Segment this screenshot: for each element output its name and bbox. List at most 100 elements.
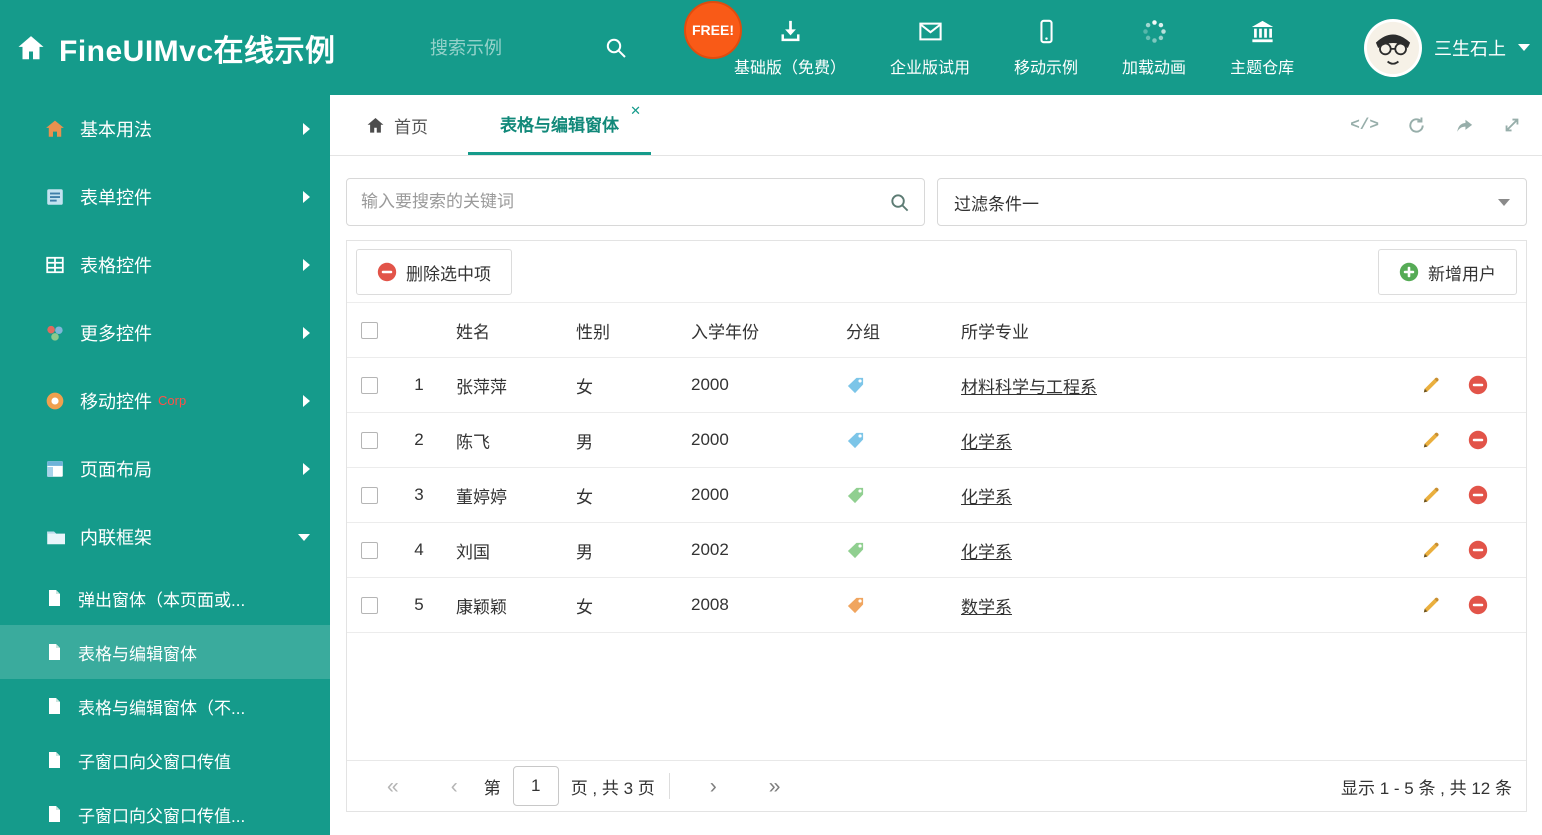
refresh-icon[interactable] bbox=[1406, 115, 1427, 136]
major-link[interactable]: 化学系 bbox=[961, 488, 1012, 507]
last-page-icon[interactable]: » bbox=[743, 776, 807, 797]
tab-home-label: 首页 bbox=[394, 117, 428, 137]
sidebar-item-mobile-controls[interactable]: 移动控件 Corp bbox=[0, 367, 330, 435]
sidebar-subitem-child-to-parent-2[interactable]: 子窗口向父窗口传值... bbox=[0, 787, 330, 835]
row-checkbox[interactable] bbox=[361, 596, 378, 614]
user-menu[interactable]: 三生石上 bbox=[1364, 0, 1530, 95]
chevron-right-icon bbox=[303, 259, 310, 271]
nav-label: 移动示例 bbox=[1014, 59, 1079, 77]
cell-name: 刘国 bbox=[456, 542, 490, 562]
keyword-search-input[interactable] bbox=[361, 192, 889, 212]
delete-row-icon[interactable] bbox=[1468, 540, 1488, 560]
signal-icon bbox=[45, 391, 65, 411]
chevron-down-icon bbox=[298, 533, 310, 541]
prev-page-icon[interactable]: ‹ bbox=[425, 776, 484, 797]
add-user-button[interactable]: 新增用户 bbox=[1378, 249, 1517, 295]
home-icon bbox=[366, 116, 385, 135]
spinner-icon bbox=[1141, 18, 1168, 45]
row-number: 4 bbox=[414, 540, 424, 559]
cell-gender: 女 bbox=[576, 487, 593, 507]
tab-home[interactable]: 首页 bbox=[350, 95, 444, 155]
sidebar: 基本用法 表单控件 表格控件 更多控件 移动控件 Corp 页面布局 内联框架 … bbox=[0, 95, 330, 835]
home-icon bbox=[16, 33, 46, 63]
corp-badge: Corp bbox=[158, 392, 187, 408]
tag-icon bbox=[846, 376, 865, 395]
plus-circle-icon bbox=[1399, 262, 1419, 282]
sidebar-subitem-grid-edit-window[interactable]: 表格与编辑窗体 bbox=[0, 625, 330, 679]
nav-label: 主题仓库 bbox=[1230, 59, 1295, 77]
tab-grid-edit-window[interactable]: 表格与编辑窗体 ✕ bbox=[468, 95, 651, 155]
major-link[interactable]: 化学系 bbox=[961, 543, 1012, 562]
sidebar-item-grid-controls[interactable]: 表格控件 bbox=[0, 231, 330, 299]
major-link[interactable]: 数学系 bbox=[961, 598, 1012, 617]
file-icon bbox=[45, 643, 63, 661]
first-page-icon[interactable]: « bbox=[361, 776, 425, 797]
delete-row-icon[interactable] bbox=[1468, 375, 1488, 395]
edit-pencil-icon[interactable] bbox=[1421, 596, 1440, 615]
grid-panel: 删除选中项 新增用户 姓名 性别 入学年份 分组 所学专业 1 张萍萍 女 20… bbox=[346, 240, 1527, 812]
edit-pencil-icon[interactable] bbox=[1421, 376, 1440, 395]
nav-label: 加载动画 bbox=[1122, 59, 1187, 77]
filter-dropdown[interactable]: 过滤条件一 bbox=[937, 178, 1527, 226]
next-page-icon[interactable]: › bbox=[684, 776, 743, 797]
delete-row-icon[interactable] bbox=[1468, 430, 1488, 450]
filter-dropdown-value: 过滤条件一 bbox=[954, 194, 1039, 214]
top-header: FineUIMvc在线示例 FREE! 基础版（免费） 企业版试用 移动示例 bbox=[0, 0, 1542, 95]
select-all-checkbox[interactable] bbox=[361, 321, 378, 339]
delete-row-icon[interactable] bbox=[1468, 595, 1488, 615]
major-link[interactable]: 材料科学与工程系 bbox=[961, 378, 1097, 397]
nav-label: 企业版试用 bbox=[890, 59, 971, 77]
tab-bar: 首页 表格与编辑窗体 ✕ </> bbox=[330, 95, 1542, 156]
main-content: 首页 表格与编辑窗体 ✕ </> 过滤条件一 bbox=[330, 95, 1542, 835]
row-checkbox[interactable] bbox=[361, 376, 378, 394]
chevron-right-icon bbox=[303, 123, 310, 135]
delete-selected-button[interactable]: 删除选中项 bbox=[356, 249, 512, 295]
header-nav: 基础版（免费） 企业版试用 移动示例 加载动画 主题仓库 bbox=[712, 0, 1316, 95]
envelope-icon bbox=[917, 18, 944, 45]
cell-year: 2000 bbox=[691, 375, 729, 394]
sidebar-item-page-layout[interactable]: 页面布局 bbox=[0, 435, 330, 503]
nav-item-theme-store[interactable]: 主题仓库 bbox=[1208, 0, 1316, 95]
edit-pencil-icon[interactable] bbox=[1421, 486, 1440, 505]
expand-icon[interactable] bbox=[1502, 115, 1522, 135]
bank-icon bbox=[1249, 18, 1276, 45]
tab-tools: </> bbox=[1350, 95, 1522, 155]
sidebar-item-basic-usage[interactable]: 基本用法 bbox=[0, 95, 330, 163]
sidebar-subitem-popup-window[interactable]: 弹出窗体（本页面或... bbox=[0, 571, 330, 625]
close-icon[interactable]: ✕ bbox=[630, 103, 641, 119]
edit-pencil-icon[interactable] bbox=[1421, 541, 1440, 560]
major-link[interactable]: 化学系 bbox=[961, 433, 1012, 452]
cell-gender: 男 bbox=[576, 432, 593, 452]
page-number-input[interactable] bbox=[512, 766, 559, 806]
table-row: 1 张萍萍 女 2000 材料科学与工程系 bbox=[347, 358, 1526, 413]
edit-pencil-icon[interactable] bbox=[1421, 431, 1440, 450]
col-header-name: 姓名 bbox=[456, 322, 490, 342]
user-name: 三生石上 bbox=[1434, 38, 1506, 59]
cell-gender: 女 bbox=[576, 597, 593, 617]
sidebar-item-more-controls[interactable]: 更多控件 bbox=[0, 299, 330, 367]
share-icon[interactable] bbox=[1454, 115, 1475, 136]
row-checkbox[interactable] bbox=[361, 541, 378, 559]
nav-item-loading-animation[interactable]: 加载动画 bbox=[1100, 0, 1208, 95]
source-code-icon[interactable]: </> bbox=[1350, 116, 1379, 134]
delete-row-icon[interactable] bbox=[1468, 485, 1488, 505]
cell-year: 2002 bbox=[691, 540, 729, 559]
chevron-down-icon bbox=[1518, 44, 1530, 51]
sidebar-item-form-controls[interactable]: 表单控件 bbox=[0, 163, 330, 231]
search-icon[interactable] bbox=[604, 36, 628, 60]
row-number: 2 bbox=[414, 430, 424, 449]
nav-item-enterprise-trial[interactable]: 企业版试用 bbox=[868, 0, 992, 95]
sidebar-subitem-child-to-parent[interactable]: 子窗口向父窗口传值 bbox=[0, 733, 330, 787]
search-icon[interactable] bbox=[889, 192, 910, 213]
tab-active-label: 表格与编辑窗体 bbox=[500, 116, 619, 135]
brand[interactable]: FineUIMvc在线示例 bbox=[16, 0, 336, 95]
row-checkbox[interactable] bbox=[361, 486, 378, 504]
row-checkbox[interactable] bbox=[361, 431, 378, 449]
sidebar-item-inline-frame[interactable]: 内联框架 bbox=[0, 503, 330, 571]
nav-item-mobile-demo[interactable]: 移动示例 bbox=[992, 0, 1100, 95]
grid-toolbar: 删除选中项 新增用户 bbox=[347, 241, 1526, 303]
sidebar-subitem-grid-edit-window-2[interactable]: 表格与编辑窗体（不... bbox=[0, 679, 330, 733]
delete-selected-label: 删除选中项 bbox=[406, 264, 491, 284]
header-search-input[interactable] bbox=[430, 37, 590, 59]
pagination-summary: 显示 1 - 5 条 , 共 12 条 bbox=[1341, 778, 1512, 798]
